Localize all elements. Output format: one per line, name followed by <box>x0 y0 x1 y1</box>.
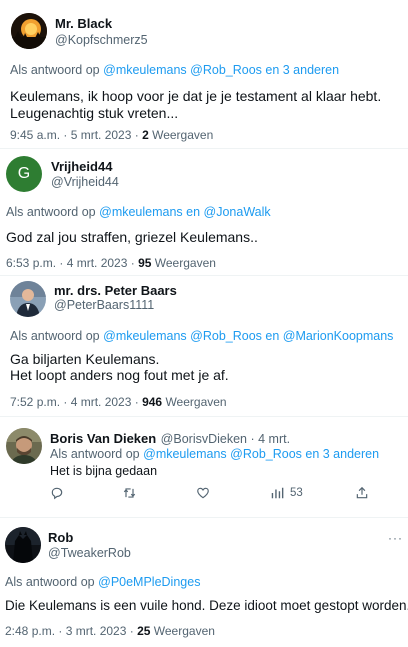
reply-prefix: Als antwoord op <box>50 447 140 461</box>
divider <box>0 416 408 417</box>
user-handle-date[interactable]: @BorisvDieken · 4 mrt. <box>161 432 290 446</box>
retweet-icon <box>123 488 136 498</box>
analytics-icon <box>271 487 284 499</box>
reply-mentions-link[interactable]: @mkeulemans @Rob_Roos en 3 anderen <box>143 447 379 461</box>
reply-prefix: Als antwoord op <box>5 575 95 589</box>
share-icon <box>356 486 368 499</box>
reply-mentions-link[interactable]: @P0eMPleDinges <box>98 575 200 589</box>
views-count: 946 <box>142 395 163 409</box>
avatar[interactable] <box>5 527 41 563</box>
more-options-button[interactable]: ··· <box>388 531 403 545</box>
reply-button[interactable] <box>50 486 64 500</box>
reply-context: Als antwoord op @P0eMPleDinges <box>5 575 200 589</box>
like-button[interactable] <box>196 486 210 500</box>
views-label: Weergaven <box>152 128 214 142</box>
display-name[interactable]: Boris Van Dieken <box>50 431 156 446</box>
reply-prefix: Als antwoord op <box>10 329 100 343</box>
reply-icon <box>51 487 63 500</box>
reply-prefix: Als antwoord op <box>6 205 96 219</box>
display-name[interactable]: mr. drs. Peter Baars <box>54 283 177 298</box>
views-count: 2 <box>142 128 149 142</box>
retweet-button[interactable] <box>122 486 137 500</box>
tweet-text-line: Keulemans, ik hoop voor je dat je je tes… <box>10 88 382 104</box>
avatar[interactable] <box>10 281 46 317</box>
reply-context: Als antwoord op @mkeulemans en @JonaWalk <box>6 205 271 219</box>
divider <box>0 275 408 276</box>
analytics-count: 53 <box>290 487 303 499</box>
tweet-meta: 9:45 a.m. · 5 mrt. 2023 · 2 Weergaven <box>10 128 213 142</box>
views-label: Weergaven <box>165 395 227 409</box>
user-handle[interactable]: @TweakerRob <box>48 546 131 560</box>
reply-context: Als antwoord op @mkeulemans @Rob_Roos en… <box>10 63 339 77</box>
views-label: Weergaven <box>153 624 215 638</box>
reply-mentions-link[interactable]: @mkeulemans en @JonaWalk <box>99 205 271 219</box>
display-name[interactable]: Vrijheid44 <box>51 159 112 174</box>
divider <box>0 148 408 149</box>
views-count: 95 <box>138 256 152 270</box>
tweet-meta: 7:52 p.m. · 4 mrt. 2023 · 946 Weergaven <box>10 395 227 409</box>
reply-prefix: Als antwoord op <box>10 63 100 77</box>
avatar[interactable]: G <box>6 156 42 192</box>
reply-mentions-link[interactable]: @mkeulemans @Rob_Roos en @MarionKoopmans <box>103 329 393 343</box>
timestamp[interactable]: 6:53 p.m. · 4 mrt. 2023 · <box>6 256 135 270</box>
reply-mentions-link[interactable]: @mkeulemans @Rob_Roos en 3 anderen <box>103 63 339 77</box>
views-count: 25 <box>137 624 151 638</box>
reply-context: Als antwoord op @mkeulemans @Rob_Roos en… <box>10 329 393 343</box>
user-handle[interactable]: @Kopfschmerz5 <box>55 33 148 47</box>
tweet-header: Boris Van Dieken @BorisvDieken · 4 mrt. <box>50 430 290 448</box>
like-icon <box>197 487 209 499</box>
display-name[interactable]: Mr. Black <box>55 16 112 31</box>
tweet-text-line: Het is bijna gedaan <box>50 464 158 478</box>
user-handle[interactable]: @PeterBaars1111 <box>54 298 154 312</box>
timestamp[interactable]: 7:52 p.m. · 4 mrt. 2023 · <box>10 395 139 409</box>
tweet-text-line: Die Keulemans is een vuile hond. Deze id… <box>5 598 408 613</box>
tweet-text-line: God zal jou straffen, griezel Keulemans.… <box>6 229 258 245</box>
analytics-button[interactable]: 53 <box>270 486 303 500</box>
views-label: Weergaven <box>154 256 216 270</box>
avatar[interactable] <box>6 428 42 464</box>
display-name[interactable]: Rob <box>48 530 73 545</box>
timestamp[interactable]: 9:45 a.m. · 5 mrt. 2023 · <box>10 128 139 142</box>
tweet-text-line: Leugenachtig stuk vreten... <box>10 105 179 121</box>
tweet-meta: 6:53 p.m. · 4 mrt. 2023 · 95 Weergaven <box>6 256 216 270</box>
tweet-meta: 2:48 p.m. · 3 mrt. 2023 · 25 Weergaven <box>5 624 215 638</box>
tweet-text-line: Het loopt anders nog fout met je af. <box>10 367 229 383</box>
reply-context: Als antwoord op @mkeulemans @Rob_Roos en… <box>50 447 379 461</box>
avatar-letter: G <box>17 165 31 182</box>
avatar[interactable] <box>11 13 47 49</box>
timestamp[interactable]: 2:48 p.m. · 3 mrt. 2023 · <box>5 624 134 638</box>
divider <box>0 517 408 518</box>
share-button[interactable] <box>355 486 369 500</box>
user-handle[interactable]: @Vrijheid44 <box>51 175 119 189</box>
